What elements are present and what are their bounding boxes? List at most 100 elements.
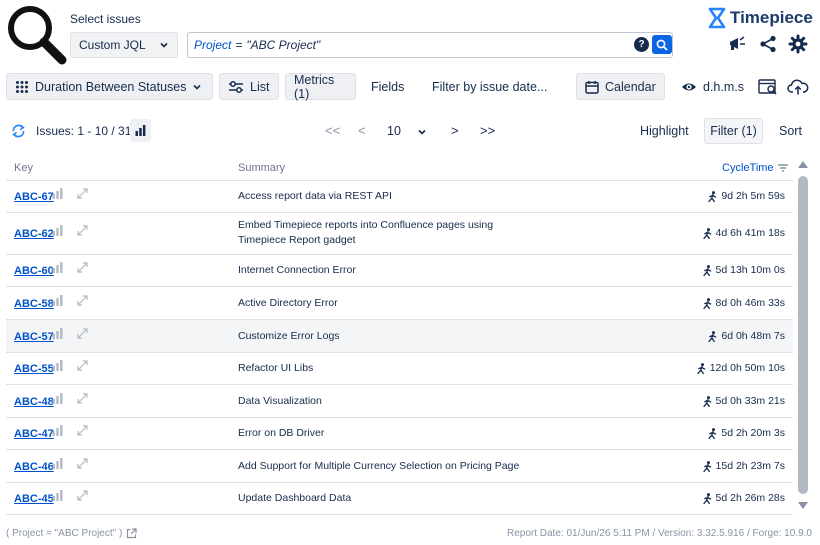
issue-summary: Active Directory Error	[238, 297, 338, 309]
table-row[interactable]: ABC-58 Active Directory Error 8d 0h 46m 33…	[6, 287, 793, 320]
search-button[interactable]	[652, 35, 672, 54]
gear-icon[interactable]	[788, 34, 808, 54]
refresh-icon[interactable]	[10, 123, 27, 139]
filter-button[interactable]: Filter (1)	[704, 118, 763, 144]
scrollbar-thumb[interactable]	[798, 176, 808, 494]
table-row[interactable]: ABC-62 Embed Timepiece reports into Confl…	[6, 213, 793, 255]
table-header: Key Summary CycleTime	[6, 157, 793, 181]
external-link-icon	[127, 528, 137, 539]
jql-query-input[interactable]: Project = "ABC Project"	[187, 32, 673, 58]
bar-chart-icon[interactable]	[52, 393, 64, 404]
issue-key-link[interactable]: ABC-45	[14, 493, 54, 505]
fields-button[interactable]: Fields	[363, 73, 412, 100]
column-header-summary[interactable]: Summary	[238, 162, 285, 174]
issue-summary: Embed Timepiece reports into Confluence …	[238, 219, 494, 246]
filter-lines-icon	[777, 164, 788, 172]
cycle-time-value: 8d 0h 46m 33s	[715, 297, 785, 309]
issue-chart-toggle[interactable]	[130, 119, 151, 142]
expand-icon[interactable]	[76, 359, 89, 372]
running-person-icon	[702, 492, 711, 504]
jql-mode-value: Custom JQL	[79, 38, 146, 52]
issue-key-link[interactable]: ABC-58	[14, 298, 54, 310]
bar-chart-icon[interactable]	[52, 360, 64, 371]
expand-icon[interactable]	[76, 392, 89, 405]
issue-key-link[interactable]: ABC-60	[14, 265, 54, 277]
jql-mode-select[interactable]: Custom JQL	[70, 32, 178, 58]
footer-query[interactable]: ( Project = "ABC Project" )	[6, 528, 137, 539]
cycle-time-value: 9d 2h 5m 59s	[721, 190, 785, 202]
expand-icon[interactable]	[76, 457, 89, 470]
bar-chart-icon[interactable]	[52, 295, 64, 306]
issue-key-link[interactable]: ABC-67	[14, 191, 54, 203]
query-field: Project	[194, 38, 232, 52]
prev-page-button[interactable]: <	[358, 123, 366, 138]
expand-icon[interactable]	[76, 327, 89, 340]
cycle-time-cell: 5d 13h 10m 0s	[702, 264, 785, 276]
query-operator: =	[235, 38, 243, 52]
table-row[interactable]: ABC-47 Error on DB Driver 5d 2h 20m 3s	[6, 418, 793, 450]
table-row[interactable]: ABC-45 Update Dashboard Data 5d 2h 26m 28s	[6, 483, 793, 515]
expand-icon[interactable]	[76, 489, 89, 502]
issue-key-link[interactable]: ABC-47	[14, 428, 54, 440]
issue-key-link[interactable]: ABC-55	[14, 363, 54, 375]
expand-icon[interactable]	[76, 224, 89, 237]
table-row[interactable]: ABC-46 Add Support for Multiple Currency …	[6, 450, 793, 483]
bar-chart-icon[interactable]	[52, 262, 64, 273]
time-format-button[interactable]: d.h.m.s	[673, 73, 752, 100]
bar-chart-icon[interactable]	[52, 328, 64, 339]
issue-summary: Access report data via REST API	[238, 190, 392, 202]
hourglass-icon	[708, 7, 726, 29]
sort-button[interactable]: Sort	[779, 124, 802, 138]
bar-chart-icon[interactable]	[52, 490, 64, 501]
table-row[interactable]: ABC-57 Customize Error Logs 6d 0h 48m 7s	[6, 320, 793, 353]
cycle-time-value: 5d 2h 26m 28s	[715, 492, 785, 504]
issue-key-link[interactable]: ABC-57	[14, 331, 54, 343]
magnifier-logo-icon	[6, 4, 68, 66]
cycle-time-cell: 5d 2h 20m 3s	[708, 427, 785, 439]
calendar-button[interactable]: Calendar	[576, 73, 665, 100]
issues-count-label: Issues: 1 - 10 / 31	[36, 124, 132, 138]
report-view-icon[interactable]	[758, 78, 778, 96]
chevron-down-icon	[159, 40, 169, 50]
list-view-button[interactable]: List	[219, 73, 279, 100]
page-size-value[interactable]: 10	[387, 124, 401, 138]
cycle-time-value: 4d 6h 41m 18s	[715, 227, 785, 239]
table-row[interactable]: ABC-60 Internet Connection Error 5d 13h 10…	[6, 255, 793, 287]
table-row[interactable]: ABC-67 Access report data via REST API 9d …	[6, 181, 793, 213]
bar-chart-icon[interactable]	[52, 458, 64, 469]
select-issues-label: Select issues	[70, 12, 141, 26]
filter-by-date-button[interactable]: Filter by issue date...	[424, 73, 555, 100]
help-button[interactable]: ?	[634, 37, 649, 52]
brand-name: Timepiece	[730, 8, 813, 27]
expand-icon[interactable]	[76, 187, 89, 200]
column-header-cycletime[interactable]: CycleTime	[722, 162, 788, 174]
report-info: Report Date: 01/Jun/26 5:11 PM / Version…	[506, 528, 812, 539]
cycle-time-cell: 15d 2h 23m 7s	[702, 460, 785, 472]
bar-chart-icon	[135, 125, 146, 136]
running-person-icon	[708, 427, 717, 439]
announcement-icon[interactable]	[727, 34, 747, 54]
next-page-button[interactable]: >	[451, 123, 459, 138]
issue-key-link[interactable]: ABC-46	[14, 461, 54, 473]
metrics-button[interactable]: Metrics (1)	[285, 73, 356, 101]
chevron-down-icon[interactable]	[417, 127, 427, 137]
expand-icon[interactable]	[76, 294, 89, 307]
bar-chart-icon[interactable]	[52, 225, 64, 236]
highlight-button[interactable]: Highlight	[640, 124, 689, 138]
report-type-dropdown[interactable]: Duration Between Statuses	[6, 73, 213, 100]
table-row[interactable]: ABC-48 Data Visualization 5d 0h 33m 21s	[6, 385, 793, 418]
bar-chart-icon[interactable]	[52, 425, 64, 436]
share-icon[interactable]	[758, 34, 778, 54]
first-page-button[interactable]: <<	[325, 123, 340, 138]
issue-key-link[interactable]: ABC-48	[14, 396, 54, 408]
cycle-time-value: 12d 0h 50m 10s	[709, 362, 785, 374]
expand-icon[interactable]	[76, 424, 89, 437]
issue-summary: Error on DB Driver	[238, 427, 325, 439]
bar-chart-icon[interactable]	[52, 188, 64, 199]
issue-key-link[interactable]: ABC-62	[14, 228, 54, 240]
table-row[interactable]: ABC-55 Refactor UI Libs 12d 0h 50m 10s	[6, 353, 793, 385]
column-header-key[interactable]: Key	[14, 162, 33, 174]
cloud-upload-icon[interactable]	[787, 78, 809, 96]
last-page-button[interactable]: >>	[480, 123, 495, 138]
expand-icon[interactable]	[76, 261, 89, 274]
